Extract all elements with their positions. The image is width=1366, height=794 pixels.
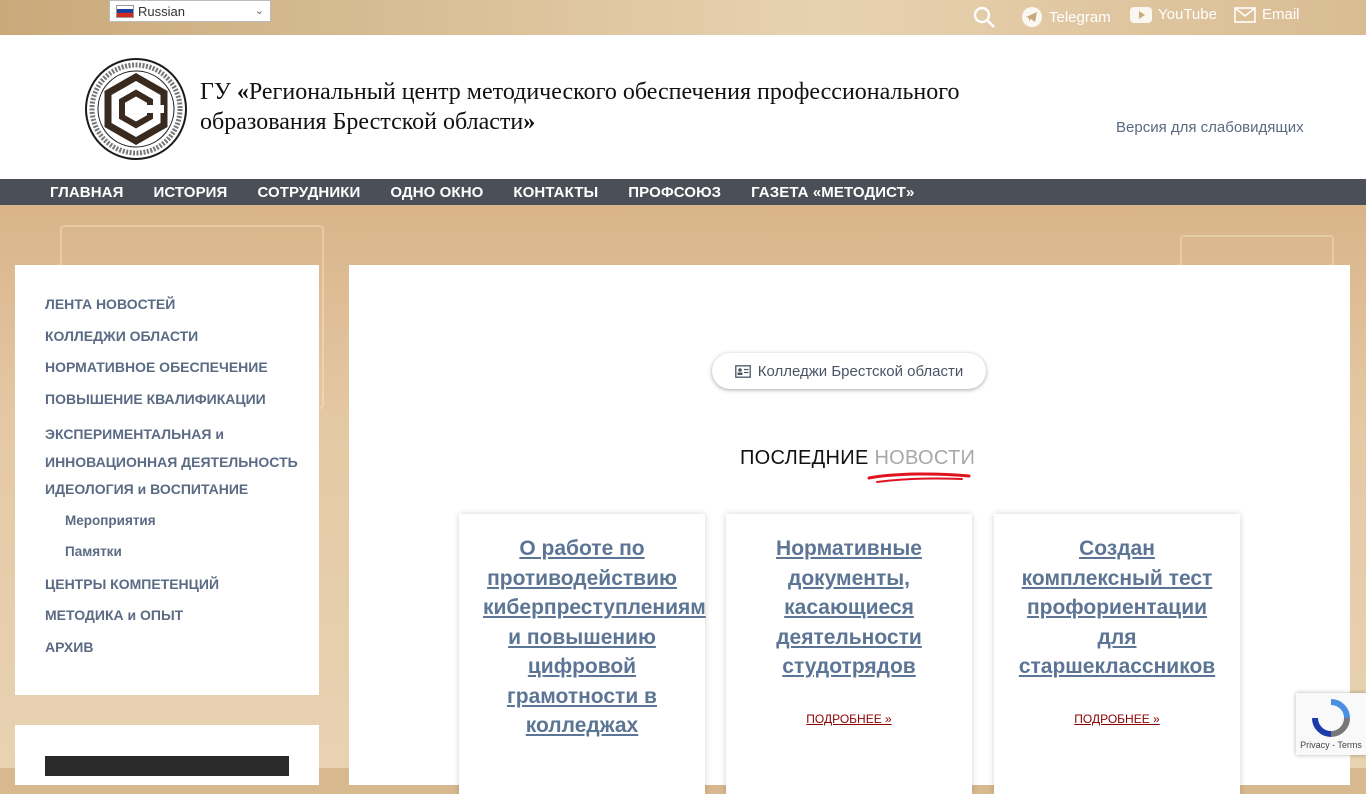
nav-item-newspaper[interactable]: ГАЗЕТА «МЕТОДИСТ» bbox=[751, 184, 914, 201]
title-main: Региональный центр методического обеспеч… bbox=[200, 79, 960, 135]
language-label: Russian bbox=[138, 3, 185, 19]
recaptcha-badge[interactable]: Privacy - Terms bbox=[1296, 693, 1366, 755]
main-nav: ГЛАВНАЯ ИСТОРИЯ СОТРУДНИКИ ОДНО ОКНО КОН… bbox=[0, 179, 1366, 205]
sidebar: ЛЕНТА НОВОСТЕЙ КОЛЛЕДЖИ ОБЛАСТИ НОРМАТИВ… bbox=[15, 265, 319, 695]
news-card-title[interactable]: О работе по противодействию киберпреступ… bbox=[483, 534, 706, 741]
section-title: ПОСЛЕДНИЕ НОВОСТИ bbox=[740, 447, 975, 470]
site-title[interactable]: ГУ «Региональный центр методического обе… bbox=[200, 77, 1020, 137]
news-card-title[interactable]: Создан комплексный тест профориентации д… bbox=[1018, 534, 1216, 682]
low-vision-link[interactable]: Версия для слабовидящих bbox=[1116, 119, 1304, 136]
email-link[interactable]: Email bbox=[1234, 6, 1300, 23]
widget-image[interactable] bbox=[45, 756, 289, 776]
news-card[interactable]: Создан комплексный тест профориентации д… bbox=[994, 514, 1240, 794]
language-select[interactable]: Russian ⌄ bbox=[109, 0, 271, 22]
news-card-title[interactable]: Нормативные документы, касающиеся деятел… bbox=[750, 534, 948, 682]
russia-flag-icon bbox=[116, 4, 134, 18]
youtube-label: YouTube bbox=[1158, 6, 1217, 23]
section-title-light: НОВОСТИ bbox=[874, 447, 976, 469]
sidebar-item-archive[interactable]: АРХИВ bbox=[45, 637, 319, 657]
sidebar-widget bbox=[15, 725, 319, 785]
site-header: ГУ «Региональный центр методического обе… bbox=[0, 35, 1366, 179]
sidebar-item-methodology[interactable]: МЕТОДИКА и ОПЫТ bbox=[45, 605, 319, 625]
colleges-button[interactable]: Колледжи Брестской области bbox=[712, 353, 986, 389]
colleges-button-label: Колледжи Брестской области bbox=[757, 362, 964, 380]
telegram-icon bbox=[1022, 7, 1042, 27]
title-quote-close: » bbox=[523, 109, 536, 135]
email-label: Email bbox=[1262, 6, 1300, 23]
nav-item-union[interactable]: ПРОФСОЮЗ bbox=[628, 184, 721, 201]
nav-item-contacts[interactable]: КОНТАКТЫ bbox=[513, 184, 598, 201]
youtube-link[interactable]: YouTube bbox=[1130, 6, 1217, 23]
news-card[interactable]: Нормативные документы, касающиеся деятел… bbox=[726, 514, 972, 794]
sidebar-item-news-feed[interactable]: ЛЕНТА НОВОСТЕЙ bbox=[45, 294, 319, 314]
top-bar: Russian ⌄ Telegram YouTube Email bbox=[0, 0, 1366, 35]
nav-item-one-window[interactable]: ОДНО ОКНО bbox=[390, 184, 483, 201]
telegram-label: Telegram bbox=[1049, 8, 1111, 26]
telegram-link[interactable]: Telegram bbox=[1021, 6, 1111, 28]
sidebar-item-competence-centers[interactable]: ЦЕНТРЫ КОМПЕТЕНЦИЙ bbox=[45, 574, 319, 594]
sidebar-item-ideology[interactable]: ИДЕОЛОГИЯ и ВОСПИТАНИЕ bbox=[45, 479, 319, 499]
nav-item-history[interactable]: ИСТОРИЯ bbox=[153, 184, 227, 201]
chevron-down-icon: ⌄ bbox=[254, 5, 264, 17]
logo[interactable] bbox=[84, 57, 188, 161]
sidebar-item-colleges[interactable]: КОЛЛЕДЖИ ОБЛАСТИ bbox=[45, 326, 319, 346]
recaptcha-icon bbox=[1312, 699, 1350, 737]
id-card-icon bbox=[734, 364, 751, 378]
sidebar-item-normative[interactable]: НОРМАТИВНОЕ ОБЕСПЕЧЕНИЕ bbox=[45, 357, 319, 377]
news-card-more-link[interactable]: ПОДРОБНЕЕ » bbox=[726, 712, 972, 726]
news-card[interactable]: О работе по противодействию киберпреступ… bbox=[459, 514, 706, 794]
sidebar-subitem-memos[interactable]: Памятки bbox=[45, 542, 319, 562]
youtube-icon bbox=[1130, 6, 1152, 23]
title-underline-decoration bbox=[867, 472, 971, 483]
nav-item-home[interactable]: ГЛАВНАЯ bbox=[50, 184, 123, 201]
sidebar-subitem-events[interactable]: Мероприятия bbox=[45, 511, 319, 531]
recaptcha-text[interactable]: Privacy - Terms bbox=[1296, 740, 1366, 750]
news-card-more-link[interactable]: ПОДРОБНЕЕ » bbox=[994, 712, 1240, 726]
section-title-dark: ПОСЛЕДНИЕ bbox=[740, 447, 875, 469]
sidebar-item-experimental[interactable]: ЭКСПЕРИМЕНТАЛЬНАЯ и ИННОВАЦИОННАЯ ДЕЯТЕЛ… bbox=[45, 420, 319, 476]
main-content: Колледжи Брестской области ПОСЛЕДНИЕ НОВ… bbox=[349, 265, 1350, 794]
sidebar-item-qualification[interactable]: ПОВЫШЕНИЕ КВАЛИФИКАЦИИ bbox=[45, 389, 319, 409]
title-quote-open: « bbox=[236, 79, 249, 105]
nav-item-staff[interactable]: СОТРУДНИКИ bbox=[257, 184, 360, 201]
email-icon bbox=[1234, 6, 1256, 23]
search-icon[interactable] bbox=[972, 5, 996, 29]
title-prefix: ГУ bbox=[200, 79, 237, 105]
